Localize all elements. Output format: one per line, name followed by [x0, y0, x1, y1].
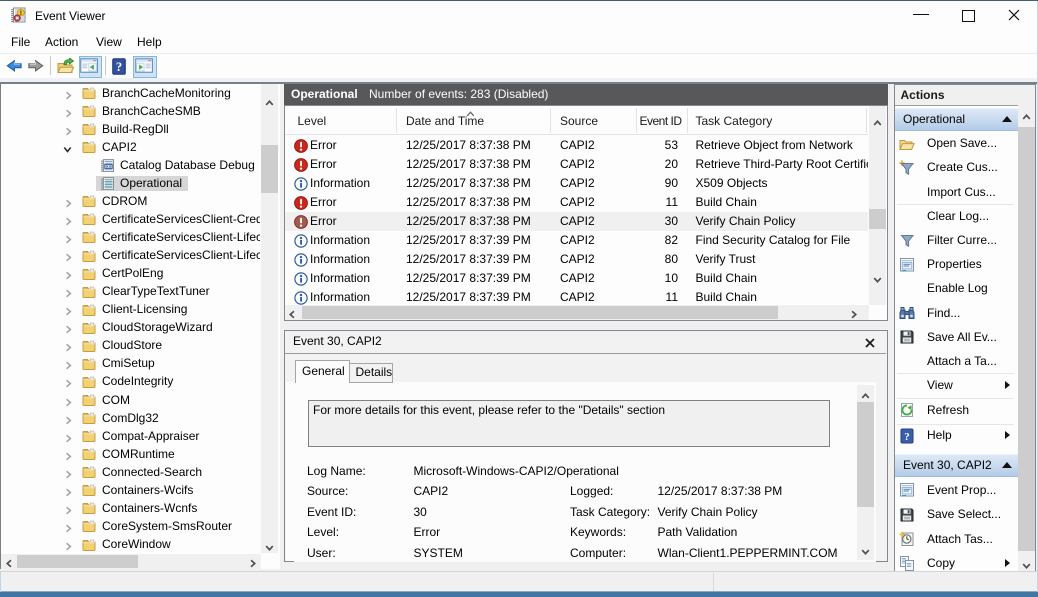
svg-text:?: ? [904, 431, 910, 443]
svg-text:?: ? [116, 60, 122, 74]
svg-text:«»: «» [105, 163, 111, 169]
